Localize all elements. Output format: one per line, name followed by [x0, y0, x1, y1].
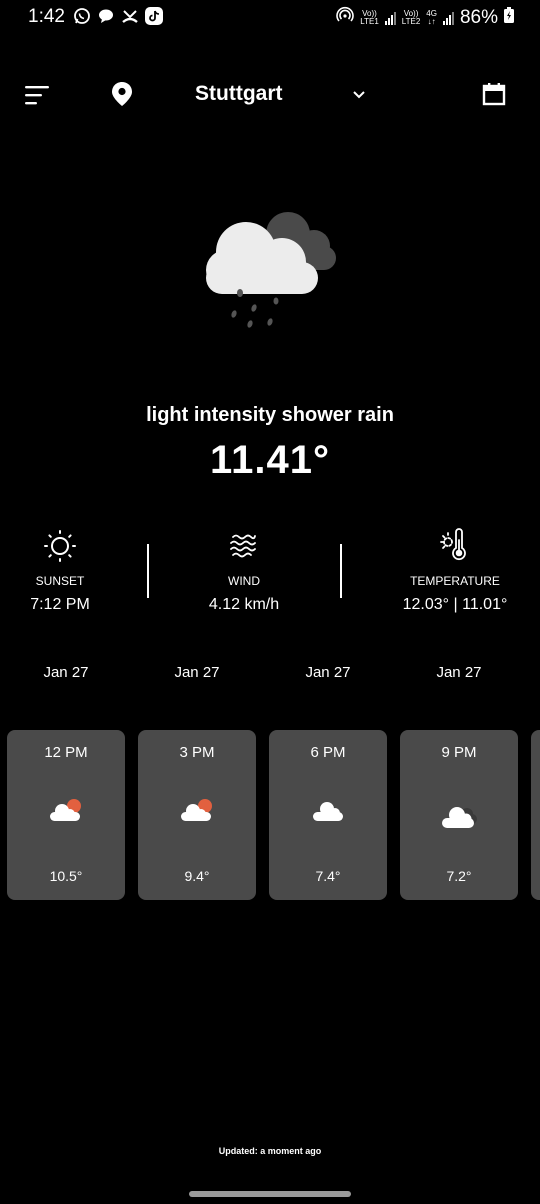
- sim1-signal-icon: [384, 11, 396, 25]
- hourly-forecast-card[interactable]: 12 PM 10.5°: [7, 730, 125, 900]
- sim1-label: Vo)) LTE1: [360, 8, 379, 26]
- stat-temperature-label: TEMPERATURE: [410, 574, 500, 588]
- sim2-label: Vo)) LTE2: [401, 8, 421, 26]
- hourly-forecast-card-partial[interactable]: [531, 730, 540, 900]
- navigation-gesture-bar[interactable]: [189, 1191, 351, 1197]
- sun-behind-cloud-icon: [50, 799, 81, 821]
- forecast-time: 9 PM: [441, 744, 477, 761]
- battery-percent: 86%: [459, 6, 498, 28]
- status-bar: 1:42 Vo)) LTE1 Vo)) LTE2 4G ↓↑ 86%: [0, 0, 540, 36]
- location-button[interactable]: [110, 81, 134, 107]
- menu-button[interactable]: [24, 82, 50, 108]
- forecast-time: 12 PM: [44, 744, 88, 761]
- forecast-time: 6 PM: [310, 744, 346, 761]
- app-header: Stuttgart: [0, 70, 540, 120]
- forecast-date: Jan 27: [305, 664, 351, 681]
- forecast-date: Jan 27: [43, 664, 89, 681]
- notification-icons: [72, 6, 164, 26]
- forecast-temp: 10.5°: [49, 868, 83, 884]
- sun-icon: [44, 530, 76, 562]
- chevron-down-icon: [353, 91, 365, 99]
- hourly-forecast-card[interactable]: 9 PM 7.2°: [400, 730, 518, 900]
- weather-condition: light intensity shower rain: [146, 404, 394, 426]
- stat-divider: [340, 544, 342, 598]
- clouds-icon: [442, 807, 477, 828]
- stat-sunset-label: SUNSET: [35, 574, 85, 588]
- system-indicators: Vo)) LTE1 Vo)) LTE2 4G ↓↑ 86%: [336, 6, 514, 29]
- sun-behind-cloud-icon: [181, 799, 212, 821]
- stat-temperature-value: 12.03° | 11.01°: [402, 596, 508, 613]
- whatsapp-icon: [72, 6, 92, 26]
- forecast-date: Jan 27: [174, 664, 220, 681]
- forecast-time: 3 PM: [179, 744, 215, 761]
- stat-wind-value: 4.12 km/h: [208, 596, 280, 613]
- menu-icon: [25, 86, 49, 105]
- forecast-date: Jan 27: [436, 664, 482, 681]
- forecast-temp: 7.2°: [446, 868, 472, 884]
- stat-sunset-value: 7:12 PM: [30, 596, 90, 613]
- updated-status: Updated: a moment ago: [218, 1146, 322, 1156]
- sim2-signal-icon: [442, 11, 454, 25]
- hourly-forecast-card[interactable]: 3 PM 9.4°: [138, 730, 256, 900]
- missed-call-icon: [120, 6, 140, 26]
- rain-cloud-icon: [196, 204, 344, 336]
- stat-wind-label: WIND: [228, 574, 260, 588]
- city-name[interactable]: Stuttgart: [195, 82, 283, 106]
- tiktok-icon: [144, 6, 164, 26]
- forecast-temp: 7.4°: [315, 868, 341, 884]
- forecast-temp: 9.4°: [184, 868, 210, 884]
- cloud-icon: [313, 802, 343, 821]
- current-temperature: 11.41°: [210, 438, 330, 482]
- chat-bubble-icon: [96, 6, 116, 26]
- location-pin-icon: [112, 82, 132, 106]
- stat-divider: [147, 544, 149, 598]
- calendar-button[interactable]: [482, 82, 506, 106]
- battery-icon: [504, 7, 514, 28]
- stat-wind: WIND 4.12 km/h: [154, 528, 334, 614]
- city-dropdown-button[interactable]: [350, 86, 368, 104]
- wind-icon: [230, 534, 256, 558]
- hourly-forecast-card[interactable]: 6 PM 7.4°: [269, 730, 387, 900]
- calendar-icon: [482, 83, 506, 106]
- hotspot-icon: [336, 6, 354, 29]
- status-time: 1:42: [28, 6, 65, 27]
- stat-sunset: SUNSET 7:12 PM: [0, 528, 150, 614]
- stat-temperature: TEMPERATURE 12.03° | 11.01°: [365, 528, 540, 614]
- network-type: 4G ↓↑: [426, 8, 437, 26]
- thermometer-icon: [440, 528, 466, 561]
